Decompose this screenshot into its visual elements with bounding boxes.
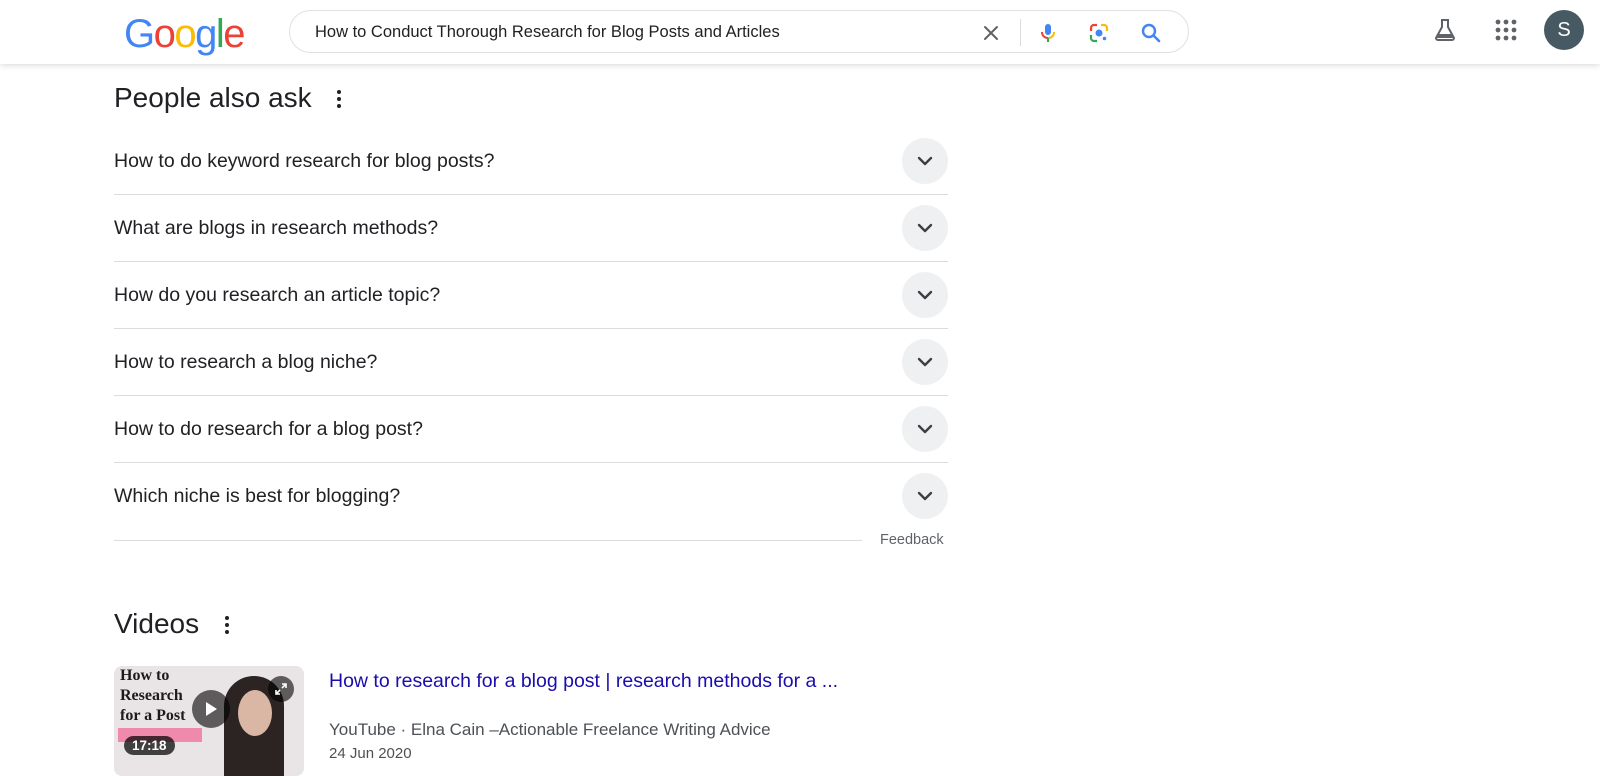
chevron-down-icon[interactable] <box>902 473 948 519</box>
feedback-divider <box>114 540 862 541</box>
paa-question-text: How to do research for a blog post? <box>114 418 423 440</box>
video-thumbnail[interactable]: How to Research for a Post 17:18 <box>114 666 304 776</box>
chevron-down-icon[interactable] <box>902 339 948 385</box>
paa-question[interactable]: What are blogs in research methods? <box>114 195 948 262</box>
expand-icon[interactable] <box>268 676 294 702</box>
logo-letter-e: e <box>223 12 245 56</box>
video-date: 24 Jun 2020 <box>329 745 412 762</box>
paa-question-text: How to research a blog niche? <box>114 351 378 373</box>
paa-question-text: What are blogs in research methods? <box>114 217 439 239</box>
feedback-link[interactable]: Feedback <box>880 532 944 548</box>
search-icon[interactable] <box>1138 20 1164 46</box>
chevron-down-icon[interactable] <box>902 272 948 318</box>
search-box[interactable]: How to Conduct Thorough Research for Blo… <box>289 10 1189 53</box>
people-also-ask-title: People also ask <box>114 82 312 113</box>
paa-question[interactable]: How to do research for a blog post? <box>114 396 948 463</box>
chevron-down-icon[interactable] <box>902 406 948 452</box>
paa-question[interactable]: How to do keyword research for blog post… <box>114 128 948 195</box>
paa-question-text: Which niche is best for blogging? <box>114 485 401 507</box>
paa-more-options-icon[interactable] <box>329 87 349 111</box>
video-duration-badge: 17:18 <box>124 736 175 755</box>
paa-question-text: How do you research an article topic? <box>114 284 441 306</box>
top-header: Google How to Conduct Thorough Research … <box>0 0 1600 64</box>
paa-question-text: How to do keyword research for blog post… <box>114 150 495 172</box>
logo-letter-o2: o <box>174 12 196 56</box>
flask-icon[interactable] <box>1429 14 1461 46</box>
videos-title: Videos <box>114 608 200 639</box>
google-logo[interactable]: Google <box>124 12 245 56</box>
chevron-down-icon[interactable] <box>902 205 948 251</box>
people-also-ask-list: How to do keyword research for blog post… <box>114 128 948 530</box>
video-source: YouTube · Elna Cain –Actionable Freelanc… <box>329 720 771 739</box>
videos-more-options-icon[interactable] <box>217 613 237 637</box>
chevron-down-icon[interactable] <box>902 138 948 184</box>
paa-question[interactable]: How do you research an article topic? <box>114 262 948 329</box>
play-icon[interactable] <box>192 690 230 728</box>
google-lens-icon[interactable] <box>1086 20 1112 46</box>
thumbnail-face <box>238 690 272 736</box>
paa-question[interactable]: How to research a blog niche? <box>114 329 948 396</box>
microphone-icon[interactable] <box>1035 20 1061 46</box>
logo-letter-g2: g <box>195 12 217 56</box>
apps-grid-icon[interactable] <box>1490 14 1522 46</box>
close-icon[interactable] <box>978 20 1004 46</box>
thumbnail-caption: How to Research for a Post <box>120 667 186 724</box>
account-avatar[interactable]: S <box>1544 10 1584 50</box>
video-title-link[interactable]: How to research for a blog post | resear… <box>329 670 838 693</box>
logo-letter-g1: G <box>124 12 155 56</box>
search-divider <box>1020 19 1021 46</box>
search-input[interactable]: How to Conduct Thorough Research for Blo… <box>315 23 780 42</box>
logo-letter-o1: o <box>153 12 176 56</box>
paa-question[interactable]: Which niche is best for blogging? <box>114 463 948 530</box>
